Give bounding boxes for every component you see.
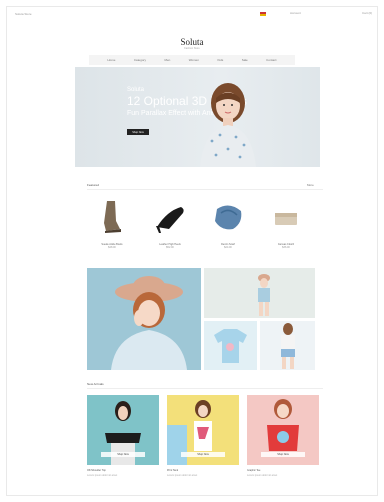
arrival-name[interactable]: Off-Shoulder Top: [87, 469, 106, 472]
page-frame: Soluta Store Account Cart (0) Soluta Fas…: [6, 6, 378, 496]
arrivals-title: New Arrivals: [87, 382, 104, 386]
arrival-desc: Lorem ipsum dolor sit amet: [167, 474, 198, 477]
account-link[interactable]: Account: [290, 11, 301, 15]
arrival-tag[interactable]: Shop Now: [101, 452, 145, 457]
arrival-card[interactable]: Shop Now: [87, 395, 159, 465]
language-flag-icon[interactable]: [260, 12, 266, 16]
featured-divider: [87, 189, 323, 190]
hero-brand: Soluta: [127, 87, 145, 93]
model-shorts-image: [281, 323, 295, 369]
model-hat-image: [111, 276, 187, 370]
nav-item-kids[interactable]: Kids: [217, 58, 223, 62]
product-image-boots: [104, 201, 121, 233]
nav-item-sale[interactable]: Sale: [242, 58, 248, 62]
product-card[interactable]: Leather High Heels $52.00: [145, 199, 195, 249]
cart-link[interactable]: Cart (0): [362, 11, 372, 15]
welcome-text: Soluta Store: [15, 12, 32, 16]
lookbook-banner-large[interactable]: [87, 268, 201, 370]
nav-item-home[interactable]: Home: [107, 58, 115, 62]
arrival-desc: Lorem ipsum dolor sit amet: [247, 474, 278, 477]
site-tagline: Fashion Store: [184, 47, 200, 50]
product-image-scarf: [215, 205, 242, 230]
product-price: $48.00: [108, 246, 116, 249]
arrival-name[interactable]: Print Tank: [167, 469, 178, 472]
hero-model-image: [200, 83, 256, 167]
nav-item-category[interactable]: Category: [134, 58, 146, 62]
product-card[interactable]: Suede Ankle Boots $48.00: [87, 199, 137, 249]
arrival-tag[interactable]: Shop Now: [261, 452, 305, 457]
arrival-card[interactable]: Shop Now: [167, 395, 239, 465]
nav-item-women[interactable]: Women: [189, 58, 199, 62]
slider-next-icon[interactable]: ›: [377, 62, 378, 68]
tshirt-image: [214, 329, 247, 363]
arrival-desc: Lorem ipsum dolor sit amet: [87, 474, 118, 477]
site-logo[interactable]: Soluta: [7, 37, 377, 47]
page: Soluta Store Account Cart (0) Soluta Fas…: [0, 0, 384, 502]
lookbook-banner-small-right[interactable]: [260, 321, 315, 370]
arrival-card[interactable]: Shop Now: [247, 395, 319, 465]
product-price: $52.00: [166, 246, 174, 249]
nav-item-men[interactable]: Men: [164, 58, 170, 62]
product-card[interactable]: Denim Scarf $24.00: [203, 199, 253, 249]
arrival-name[interactable]: Graphic Tee: [247, 469, 260, 472]
product-image-clutch: [275, 213, 297, 225]
hero-shop-button[interactable]: Shop Now: [127, 129, 149, 135]
featured-more-link[interactable]: More: [307, 183, 314, 187]
hero-slider[interactable]: Soluta 12 Optional 3D Effects Fun Parall…: [75, 67, 320, 167]
arrivals-divider: [87, 388, 323, 389]
lookbook-banner-top[interactable]: [204, 268, 315, 318]
featured-title: Featured: [87, 183, 100, 187]
product-image-heels: [156, 207, 184, 233]
lookbook-banner-small-left[interactable]: [204, 321, 257, 370]
nav-item-contact[interactable]: Contact: [266, 58, 276, 62]
product-price: $36.00: [282, 246, 290, 249]
product-price: $24.00: [224, 246, 232, 249]
model-standing-image: [258, 274, 270, 316]
main-nav: Home Category Men Women Kids Sale Contac…: [89, 55, 295, 65]
product-card[interactable]: Canvas Clutch $36.00: [261, 199, 311, 249]
arrival-tag[interactable]: Shop Now: [181, 452, 225, 457]
topbar: Soluta Store Account Cart (0): [7, 7, 377, 23]
